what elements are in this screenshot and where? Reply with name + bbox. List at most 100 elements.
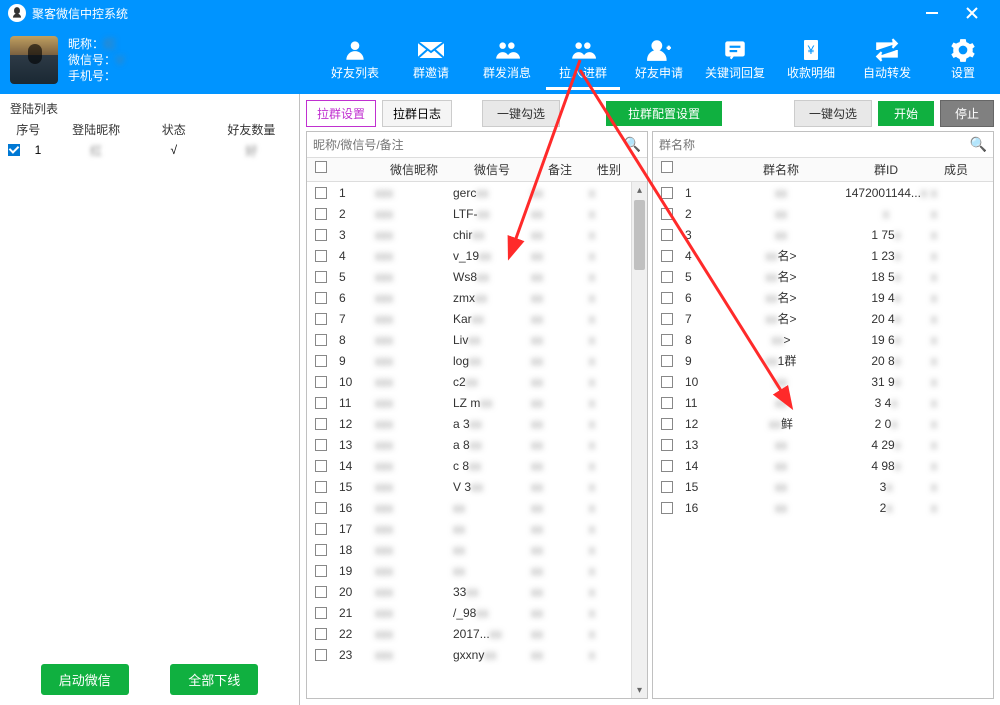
table-row[interactable]: 17xxxxxxxx xyxy=(307,518,647,539)
checkbox-icon[interactable] xyxy=(315,481,327,493)
table-row[interactable]: 7xxxKarxxxxx xyxy=(307,308,647,329)
checkbox-icon[interactable] xyxy=(661,355,673,367)
stop-button[interactable]: 停止 xyxy=(940,100,994,127)
table-row[interactable]: 11xxxLZ mxxxxx xyxy=(307,392,647,413)
checkbox-icon[interactable] xyxy=(315,208,327,220)
checkbox-icon[interactable] xyxy=(661,292,673,304)
table-row[interactable]: 16xx2xx xyxy=(653,497,993,518)
table-row[interactable]: 6xx名>19 4xx xyxy=(653,287,993,308)
checkbox-icon[interactable] xyxy=(315,334,327,346)
checkbox-icon[interactable] xyxy=(661,481,673,493)
checkbox-icon[interactable] xyxy=(315,250,327,262)
checkbox-icon[interactable] xyxy=(315,649,327,661)
checkbox-icon[interactable] xyxy=(661,460,673,472)
nav-auto-forward[interactable]: 自动转发 xyxy=(850,30,924,90)
checkbox-icon[interactable] xyxy=(661,250,673,262)
table-row[interactable]: 13xx4 29xx xyxy=(653,434,993,455)
nav-group-invite[interactable]: 群邀请 xyxy=(394,30,468,90)
checkbox-icon[interactable] xyxy=(315,161,327,173)
table-row[interactable]: 21xxx/_98xxxxx xyxy=(307,602,647,623)
checkbox-icon[interactable] xyxy=(315,271,327,283)
checkbox-icon[interactable] xyxy=(315,565,327,577)
table-row[interactable]: 6xxxzmxxxxxx xyxy=(307,287,647,308)
login-row[interactable]: 1 红 √ 好 xyxy=(4,140,295,160)
checkbox-icon[interactable] xyxy=(315,460,327,472)
checkbox-icon[interactable] xyxy=(315,397,327,409)
checkbox-icon[interactable] xyxy=(315,292,327,304)
checkbox-icon[interactable] xyxy=(315,313,327,325)
table-row[interactable]: 13xxxa 8xxxxx xyxy=(307,434,647,455)
table-row[interactable]: 12xxxa 3xxxxx xyxy=(307,413,647,434)
table-row[interactable]: 20xxx33xxxxx xyxy=(307,581,647,602)
check-all-right-button[interactable]: 一键勾选 xyxy=(794,100,872,127)
start-wechat-button[interactable]: 启动微信 xyxy=(41,664,129,695)
checkbox-icon[interactable] xyxy=(661,187,673,199)
table-row[interactable]: 8xxxLivxxxxx xyxy=(307,329,647,350)
table-row[interactable]: 15xx3xx xyxy=(653,476,993,497)
checkbox-icon[interactable] xyxy=(315,523,327,535)
table-row[interactable]: 23xxxgxxnyxxxxx xyxy=(307,644,647,665)
table-row[interactable]: 9xxxlogxxxxx xyxy=(307,350,647,371)
nav-add-to-group[interactable]: 拉人进群 xyxy=(546,30,620,90)
search-input-friends[interactable] xyxy=(313,138,624,152)
scroll-down-icon[interactable]: ▾ xyxy=(632,682,647,698)
checkbox-icon[interactable] xyxy=(315,628,327,640)
table-row[interactable]: 4xx名>1 23xx xyxy=(653,245,993,266)
table-row[interactable]: 2xxxLTF-xxxxx xyxy=(307,203,647,224)
nav-friend-request[interactable]: 好友申请 xyxy=(622,30,696,90)
checkbox-icon[interactable] xyxy=(661,418,673,430)
scroll-thumb[interactable] xyxy=(634,200,645,270)
checkbox-icon[interactable] xyxy=(661,313,673,325)
table-row[interactable]: 10xx31 9xx xyxy=(653,371,993,392)
checkbox-icon[interactable] xyxy=(661,502,673,514)
check-all-left-button[interactable]: 一键勾选 xyxy=(482,100,560,127)
table-row[interactable]: 4xxxv_19xxxxx xyxy=(307,245,647,266)
table-row[interactable]: 22xxx2017...xxxxx xyxy=(307,623,647,644)
minimize-button[interactable] xyxy=(912,0,952,26)
checkbox-icon[interactable] xyxy=(315,439,327,451)
nav-friends[interactable]: 好友列表 xyxy=(318,30,392,90)
checkbox-icon[interactable] xyxy=(315,187,327,199)
checkbox-icon[interactable] xyxy=(661,334,673,346)
scrollbar[interactable]: ▴ ▾ xyxy=(631,182,647,698)
nav-payment-detail[interactable]: ¥收款明细 xyxy=(774,30,848,90)
scroll-up-icon[interactable]: ▴ xyxy=(632,182,647,198)
table-row[interactable]: 3xx1 75xx xyxy=(653,224,993,245)
tab-group-log[interactable]: 拉群日志 xyxy=(382,100,452,127)
table-row[interactable]: 15xxxV 3xxxxx xyxy=(307,476,647,497)
table-row[interactable]: 7xx名>20 4xx xyxy=(653,308,993,329)
checkbox-icon[interactable] xyxy=(315,376,327,388)
group-config-button[interactable]: 拉群配置设置 xyxy=(606,101,722,126)
search-icon[interactable]: 🔍 xyxy=(970,136,987,153)
table-row[interactable]: 12xx鲜2 0xx xyxy=(653,413,993,434)
checkbox-icon[interactable] xyxy=(661,376,673,388)
table-row[interactable]: 16xxxxxxxx xyxy=(307,497,647,518)
table-row[interactable]: 18xxxxxxxx xyxy=(307,539,647,560)
checkbox-icon[interactable] xyxy=(315,502,327,514)
table-row[interactable]: 5xx名>18 5xx xyxy=(653,266,993,287)
checkbox-icon[interactable] xyxy=(661,161,673,173)
start-button[interactable]: 开始 xyxy=(878,101,934,126)
table-row[interactable]: 3xxxchirxxxxx xyxy=(307,224,647,245)
table-row[interactable]: 2xxxx xyxy=(653,203,993,224)
table-row[interactable]: 1xxxgercxxxxx xyxy=(307,182,647,203)
checkbox-icon[interactable] xyxy=(661,271,673,283)
checkbox-icon[interactable] xyxy=(661,208,673,220)
table-row[interactable]: 9xx1群20 8xx xyxy=(653,350,993,371)
all-offline-button[interactable]: 全部下线 xyxy=(170,664,258,695)
nav-keyword-reply[interactable]: 关键词回复 xyxy=(698,30,772,90)
search-input-groups[interactable] xyxy=(659,138,970,152)
table-row[interactable]: 1xx1472001144...xx xyxy=(653,182,993,203)
table-row[interactable]: 19xxxxxxxx xyxy=(307,560,647,581)
nav-mass-send[interactable]: 群发消息 xyxy=(470,30,544,90)
checkbox-icon[interactable] xyxy=(661,439,673,451)
table-row[interactable]: 5xxxWs8xxxxx xyxy=(307,266,647,287)
nav-settings[interactable]: 设置 xyxy=(926,30,1000,90)
close-button[interactable] xyxy=(952,0,992,26)
checkbox-icon[interactable] xyxy=(8,144,20,156)
search-icon[interactable]: 🔍 xyxy=(624,136,641,153)
tab-group-settings[interactable]: 拉群设置 xyxy=(306,100,376,127)
checkbox-icon[interactable] xyxy=(315,544,327,556)
checkbox-icon[interactable] xyxy=(315,418,327,430)
table-row[interactable]: 10xxxc2xxxxx xyxy=(307,371,647,392)
